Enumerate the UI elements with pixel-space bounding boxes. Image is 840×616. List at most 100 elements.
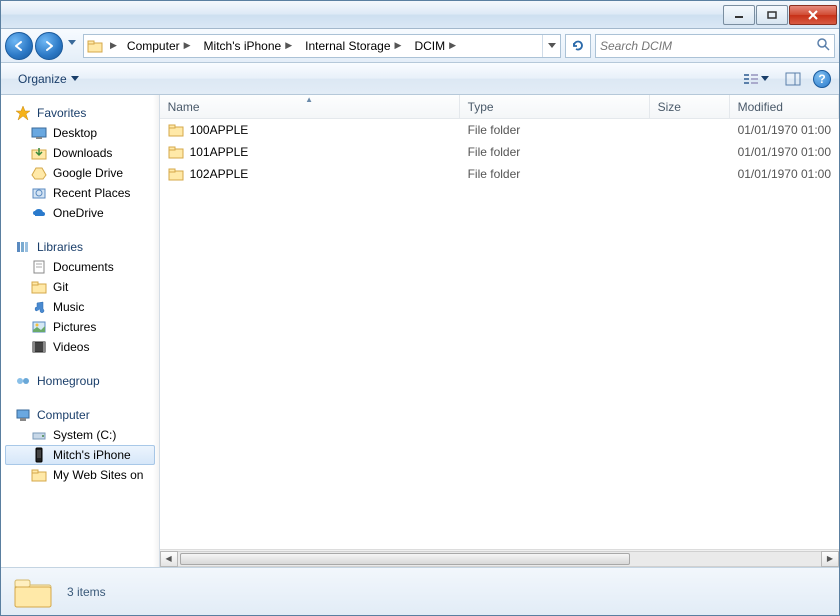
- breadcrumb-item-computer[interactable]: Computer▶: [121, 35, 198, 57]
- nav-history-dropdown[interactable]: [65, 32, 79, 54]
- file-modified: 01/01/1970 01:00: [730, 123, 839, 137]
- toolbar: Organize ?: [1, 63, 839, 95]
- breadcrumb-item-dcim[interactable]: DCIM▶: [408, 35, 463, 57]
- chevron-right-icon[interactable]: ▶: [391, 40, 406, 51]
- sidebar-item-label: My Web Sites on: [53, 468, 143, 482]
- tree-header-favorites[interactable]: Favorites: [1, 103, 159, 123]
- sidebar-item-music[interactable]: Music: [1, 297, 159, 317]
- sidebar-item-label: System (C:): [53, 428, 116, 442]
- back-button[interactable]: [5, 32, 33, 60]
- sort-ascending-icon: ▲: [305, 95, 313, 104]
- search-box[interactable]: [595, 34, 835, 58]
- chevron-right-icon[interactable]: ▶: [106, 40, 121, 51]
- tree-header-libraries[interactable]: Libraries: [1, 237, 159, 257]
- nav-buttons: [5, 32, 79, 60]
- breadcrumb-item-storage[interactable]: Internal Storage▶: [299, 35, 408, 57]
- sidebar-item-label: OneDrive: [53, 206, 104, 220]
- scroll-track[interactable]: [178, 551, 821, 567]
- close-button[interactable]: [789, 5, 837, 25]
- breadcrumb-dropdown[interactable]: [542, 35, 560, 57]
- sidebar-item-pictures[interactable]: Pictures: [1, 317, 159, 337]
- gdrive-icon: [31, 165, 47, 181]
- tree-header-label: Libraries: [37, 240, 83, 254]
- refresh-button[interactable]: [565, 34, 591, 58]
- iphone-icon: [31, 447, 47, 463]
- search-input[interactable]: [600, 39, 816, 53]
- minimize-button[interactable]: [723, 5, 755, 25]
- status-text: 3 items: [67, 585, 106, 599]
- scroll-left-button[interactable]: ◀: [160, 551, 178, 567]
- organize-button[interactable]: Organize: [9, 68, 88, 90]
- maximize-button[interactable]: [756, 5, 788, 25]
- breadcrumb-label: Computer: [127, 39, 180, 53]
- preview-pane-button[interactable]: [781, 70, 805, 88]
- sidebar-item-documents[interactable]: Documents: [1, 257, 159, 277]
- tree-header-label: Favorites: [37, 106, 86, 120]
- horizontal-scrollbar[interactable]: ◀ ▶: [160, 549, 839, 567]
- sidebar-item-label: Recent Places: [53, 186, 130, 200]
- pictures-icon: [31, 319, 47, 335]
- column-header-size[interactable]: Size: [650, 95, 730, 118]
- sidebar-item-recent[interactable]: Recent Places: [1, 183, 159, 203]
- scroll-right-button[interactable]: ▶: [821, 551, 839, 567]
- sidebar-item-git[interactable]: Git: [1, 277, 159, 297]
- star-icon: [15, 105, 31, 121]
- downloads-icon: [31, 145, 47, 161]
- tree-header-homegroup[interactable]: Homegroup: [1, 371, 159, 391]
- chevron-down-icon: [71, 76, 79, 82]
- sidebar-item-videos[interactable]: Videos: [1, 337, 159, 357]
- file-name: 102APPLE: [190, 167, 249, 181]
- chevron-right-icon[interactable]: ▶: [180, 40, 195, 51]
- desktop-icon: [31, 125, 47, 141]
- file-type: File folder: [460, 145, 650, 159]
- forward-button[interactable]: [35, 32, 63, 60]
- sidebar-item-system-drive[interactable]: System (C:): [1, 425, 159, 445]
- search-icon: [816, 37, 830, 54]
- folder-icon: [31, 279, 47, 295]
- sidebar-item-label: Documents: [53, 260, 114, 274]
- tree-header-computer[interactable]: Computer: [1, 405, 159, 425]
- sidebar-item-label: Google Drive: [53, 166, 123, 180]
- file-type: File folder: [460, 167, 650, 181]
- sidebar-item-downloads[interactable]: Downloads: [1, 143, 159, 163]
- sidebar-item-gdrive[interactable]: Google Drive: [1, 163, 159, 183]
- sidebar-item-onedrive[interactable]: OneDrive: [1, 203, 159, 223]
- breadcrumb-bar[interactable]: ▶ Computer▶ Mitch's iPhone▶ Internal Sto…: [83, 34, 561, 58]
- breadcrumb-label: Mitch's iPhone: [204, 39, 282, 53]
- column-header-modified[interactable]: Modified: [730, 95, 839, 118]
- sidebar-item-websites[interactable]: My Web Sites on: [1, 465, 159, 485]
- chevron-right-icon[interactable]: ▶: [445, 40, 460, 51]
- sidebar-item-label: Desktop: [53, 126, 97, 140]
- folder-icon: [168, 144, 184, 160]
- tree-header-label: Computer: [37, 408, 90, 422]
- sidebar-item-label: Git: [53, 280, 68, 294]
- column-label: Type: [468, 100, 494, 114]
- drive-icon: [31, 427, 47, 443]
- file-row[interactable]: 101APPLE File folder 01/01/1970 01:00: [160, 141, 839, 163]
- folder-icon: [168, 122, 184, 138]
- sidebar-item-label: Mitch's iPhone: [53, 448, 131, 462]
- file-name: 101APPLE: [190, 145, 249, 159]
- libraries-icon: [15, 239, 31, 255]
- help-button[interactable]: ?: [813, 70, 831, 88]
- location-icon: [84, 35, 106, 57]
- view-mode-button[interactable]: [739, 70, 773, 88]
- file-row[interactable]: 102APPLE File folder 01/01/1970 01:00: [160, 163, 839, 185]
- sidebar-item-iphone[interactable]: Mitch's iPhone: [5, 445, 155, 465]
- columns-header: Name ▲ Type Size Modified: [160, 95, 839, 119]
- sidebar-item-label: Videos: [53, 340, 89, 354]
- scroll-thumb[interactable]: [180, 553, 630, 565]
- titlebar: [1, 1, 839, 29]
- file-list[interactable]: 100APPLE File folder 01/01/1970 01:00 10…: [160, 119, 839, 549]
- chevron-down-icon: [761, 76, 769, 82]
- column-header-name[interactable]: Name ▲: [160, 95, 460, 118]
- navigation-pane[interactable]: Favorites Desktop Downloads Google Drive…: [1, 95, 159, 567]
- sidebar-item-desktop[interactable]: Desktop: [1, 123, 159, 143]
- column-header-type[interactable]: Type: [460, 95, 650, 118]
- chevron-right-icon[interactable]: ▶: [281, 40, 296, 51]
- recent-icon: [31, 185, 47, 201]
- breadcrumb-item-device[interactable]: Mitch's iPhone▶: [198, 35, 300, 57]
- file-row[interactable]: 100APPLE File folder 01/01/1970 01:00: [160, 119, 839, 141]
- sidebar-item-label: Downloads: [53, 146, 112, 160]
- toolbar-right: ?: [739, 70, 831, 88]
